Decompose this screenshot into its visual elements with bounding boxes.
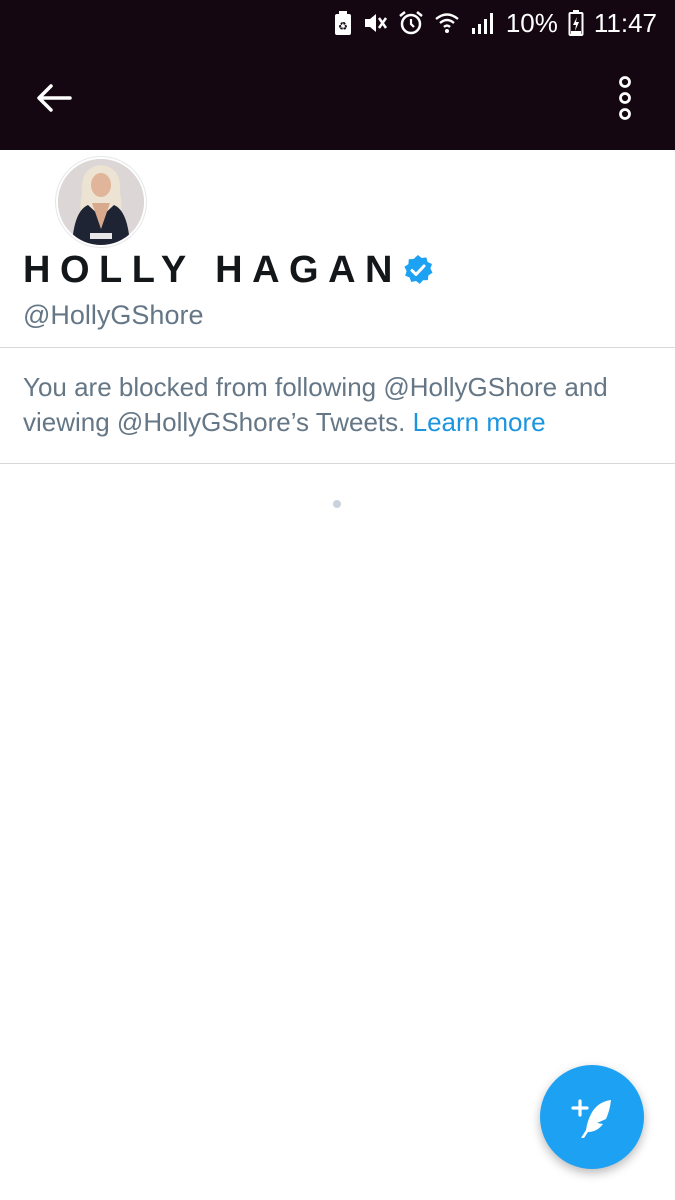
wifi-icon xyxy=(435,13,459,33)
name-row: HOLLY HAGAN xyxy=(23,248,434,291)
profile-photo xyxy=(58,159,144,245)
signal-icon xyxy=(471,13,493,34)
verified-badge-icon xyxy=(404,255,433,284)
compose-tweet-icon xyxy=(571,1099,611,1138)
compose-tweet-button[interactable] xyxy=(540,1065,644,1169)
battery-charging-icon xyxy=(568,10,584,36)
blocked-notice: You are blocked from following @HollyGSh… xyxy=(0,348,675,464)
arrow-left-icon xyxy=(37,84,72,112)
loading-indicator xyxy=(333,500,341,508)
vibrate-mute-icon xyxy=(364,14,387,32)
status-bar: ♻ 10% 11:47 xyxy=(0,0,675,46)
profile-handle: @HollyGShore xyxy=(23,300,204,330)
profile-header: HOLLY HAGAN @HollyGShore xyxy=(0,150,675,348)
back-button[interactable] xyxy=(30,76,78,120)
display-name: HOLLY HAGAN xyxy=(23,248,402,291)
alarm-icon xyxy=(399,11,423,35)
learn-more-link[interactable]: Learn more xyxy=(413,407,546,437)
app-bar xyxy=(0,46,675,150)
status-icons: ♻ 10% 11:47 xyxy=(334,8,657,38)
overflow-menu-button[interactable] xyxy=(605,74,645,122)
battery-percent: 10% xyxy=(505,8,558,38)
svg-text:♻: ♻ xyxy=(338,20,348,33)
clock: 11:47 xyxy=(593,8,657,38)
avatar[interactable] xyxy=(56,157,146,247)
battery-saver-icon: ♻ xyxy=(334,11,351,35)
more-vert-icon xyxy=(619,76,631,120)
blocked-notice-text: You are blocked from following @HollyGSh… xyxy=(23,370,653,440)
